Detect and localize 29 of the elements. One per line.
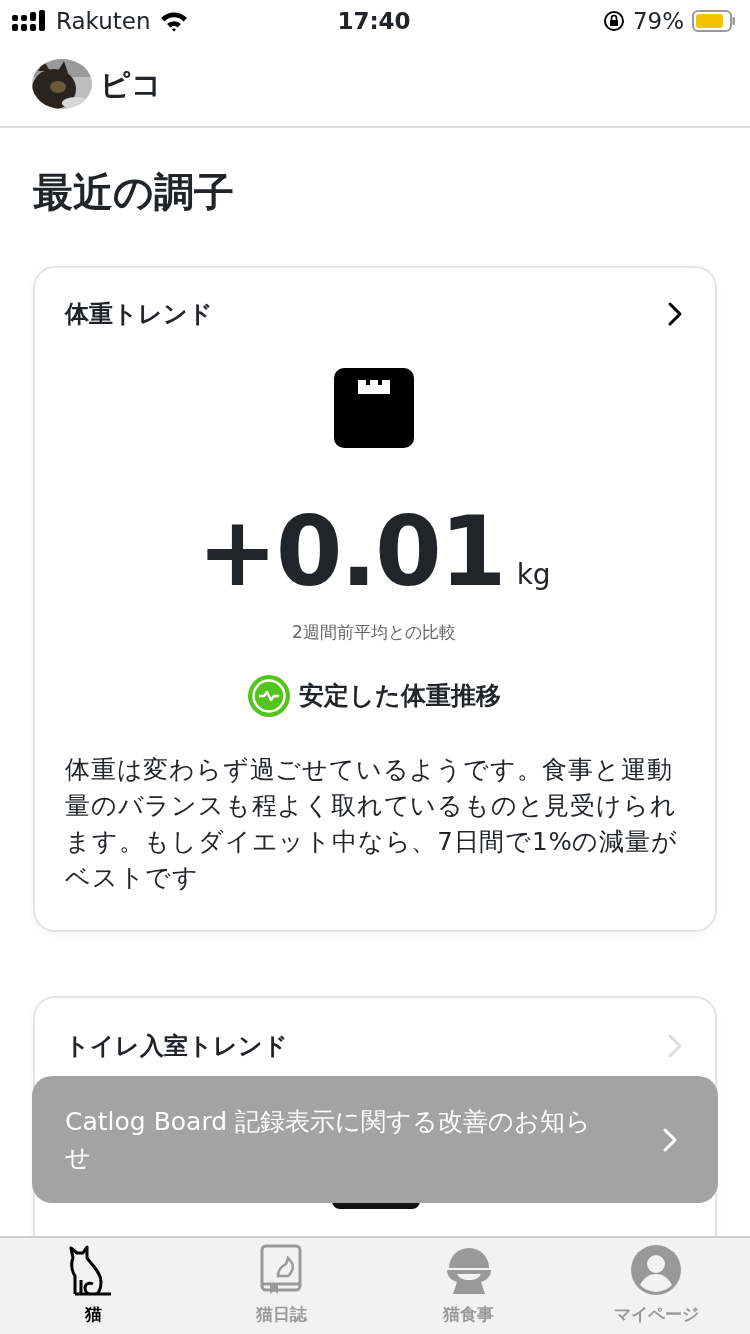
signal-icon [12, 10, 48, 32]
comparison-caption: 2週間前平均との比較 [292, 621, 456, 644]
tab-item[interactable]: 猫日誌 [187, 1238, 375, 1334]
card-title: トイレ入室トレンド [65, 1030, 288, 1062]
trend-card[interactable]: 体重トレンド +0.01 kg 2週間前平均との比較 安定した体重推移 体重は変わらず過ごせているようです。食事と運動量のバランスも程よく取れているものと見受けられます。もしダイエット中なら、7日間で1%の減量がベストです [33, 266, 717, 932]
notice-toast[interactable]: Catlog Board 記録表示に関する改善のお知らせ [32, 1076, 718, 1203]
scale-icon [334, 368, 414, 448]
status-icon [247, 673, 291, 718]
trend-description: 体重は変わらず過ごせているようです。食事と運動量のバランスも程よく取れているものと見受けられます。もしダイエット中なら、7日間で1%の減量がベストです [65, 753, 679, 894]
battery-percent: 79% [632, 6, 684, 36]
carrier-name: Rakuten [56, 6, 151, 36]
diary-icon [258, 1244, 305, 1296]
weight-change: +0.01 [197, 504, 505, 600]
tab-item[interactable]: マイページ [562, 1238, 750, 1334]
weight-unit: kg [516, 557, 551, 593]
notice-text: Catlog Board 記録表示に関する改善のお知らせ [65, 1105, 593, 1174]
profile-icon [630, 1244, 683, 1296]
card-title: 体重トレンド [65, 299, 213, 330]
clock-time: 17:40 [337, 6, 411, 36]
trend-status: 安定した体重推移 [299, 679, 501, 712]
chevron-right-icon [662, 1126, 678, 1153]
tab-item[interactable]: 猫 [0, 1238, 188, 1334]
page-title: 最近の調子 [33, 168, 235, 216]
battery-icon [692, 10, 736, 32]
chevron-right-icon [667, 1032, 683, 1059]
tab-item[interactable]: 猫食事 [375, 1238, 563, 1334]
rotation-lock-icon [602, 10, 625, 32]
chevron-right-icon [667, 301, 683, 327]
pet-name: ピコ [100, 65, 162, 104]
